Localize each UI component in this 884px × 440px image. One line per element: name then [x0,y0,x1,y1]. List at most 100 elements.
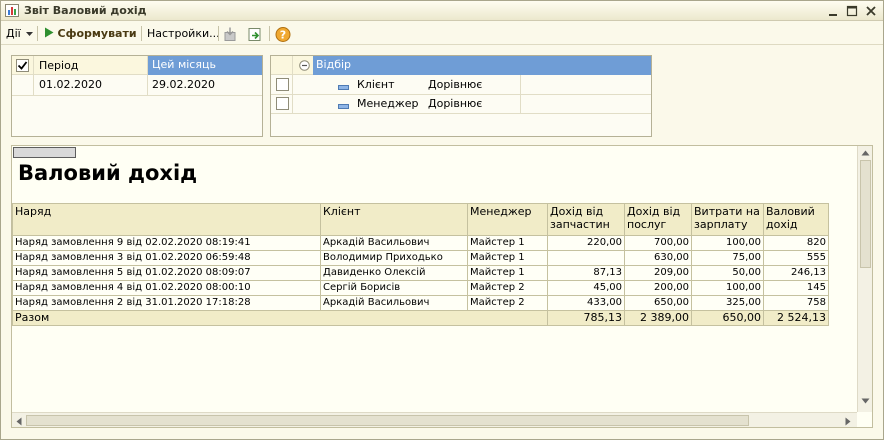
filter-client-condition[interactable]: Дорівнює [428,76,518,94]
report-window: Звіт Валовий дохід Дії Сформувати Настро… [0,0,884,440]
manager-cell[interactable]: Майстер 1 [467,265,548,281]
dropdown-arrow-icon [26,31,34,36]
column-header[interactable]: Клієнт [320,203,468,236]
collapse-icon[interactable] [299,60,310,71]
horizontal-scroll-thumb[interactable] [26,415,749,426]
generate-button[interactable]: Сформувати [44,25,137,42]
filter-panel: Відбір Клієнт Дорівнює Менеджер Дорівнює [270,55,652,137]
svg-text:?: ? [280,29,286,42]
totals-row[interactable]: Разом 785,13 2 389,00 650,00 2 524,13 [12,310,829,326]
table-row[interactable]: Наряд замовлення 2 від 31.01.2020 17:18:… [12,295,829,311]
order-cell[interactable]: Наряд замовлення 9 від 02.02.2020 08:19:… [12,235,321,251]
vertical-scrollbar[interactable] [857,146,872,412]
order-cell[interactable]: Наряд замовлення 4 від 01.02.2020 08:00:… [12,280,321,296]
table-row[interactable]: Наряд замовлення 3 від 01.02.2020 06:59:… [12,250,829,266]
gross-cell[interactable]: 820 [763,235,829,251]
client-cell[interactable]: Аркадій Васильович [320,235,468,251]
totals-gross[interactable]: 2 524,13 [763,310,829,326]
client-cell[interactable]: Сергій Борисів [320,280,468,296]
salary-cell[interactable]: 100,00 [691,280,764,296]
parts-cell[interactable]: 45,00 [547,280,625,296]
services-cell[interactable]: 700,00 [624,235,692,251]
table-row[interactable]: Наряд замовлення 5 від 01.02.2020 08:09:… [12,265,829,281]
grid-line [271,113,651,114]
gross-cell[interactable]: 145 [763,280,829,296]
vertical-scroll-thumb[interactable] [860,160,871,268]
totals-salary[interactable]: 650,00 [691,310,764,326]
gross-cell[interactable]: 246,13 [763,265,829,281]
scroll-right-icon[interactable] [845,417,851,426]
totals-parts[interactable]: 785,13 [547,310,625,326]
actions-menu-label: Дії [6,27,21,40]
salary-cell[interactable]: 325,00 [691,295,764,311]
parts-cell[interactable]: 433,00 [547,295,625,311]
column-header[interactable]: Витрати на зарплату [691,203,764,236]
client-cell[interactable]: Давиденко Олексій [320,265,468,281]
grid-line [520,75,521,114]
services-cell[interactable]: 200,00 [624,280,692,296]
table-row[interactable]: Наряд замовлення 9 від 02.02.2020 08:19:… [12,235,829,251]
manager-cell[interactable]: Майстер 2 [467,280,548,296]
totals-services[interactable]: 2 389,00 [624,310,692,326]
salary-cell[interactable]: 75,00 [691,250,764,266]
load-settings-icon[interactable] [223,26,239,43]
grid-line [12,95,262,96]
scroll-left-icon[interactable] [16,417,22,426]
actions-menu-button[interactable]: Дії [6,25,34,42]
gross-cell[interactable]: 758 [763,295,829,311]
column-header[interactable]: Менеджер [467,203,548,236]
table-header-row: Наряд Клієнт Менеджер Дохід від запчасти… [12,203,829,236]
toolbar-separator [141,26,142,41]
services-cell[interactable]: 209,00 [624,265,692,281]
manager-cell[interactable]: Майстер 1 [467,250,548,266]
save-settings-icon[interactable] [247,26,263,43]
filter-manager-field: Менеджер [357,97,419,110]
order-cell[interactable]: Наряд замовлення 5 від 01.02.2020 08:09:… [12,265,321,281]
report-spreadsheet[interactable]: Валовий дохід Наряд Клієнт Менеджер Дохі… [11,145,873,428]
salary-cell[interactable]: 100,00 [691,235,764,251]
close-icon[interactable] [864,4,878,18]
period-checkbox[interactable] [16,59,29,72]
column-header[interactable]: Наряд [12,203,321,236]
order-cell[interactable]: Наряд замовлення 2 від 31.01.2020 17:18:… [12,295,321,311]
parts-cell[interactable] [547,250,625,266]
client-cell[interactable]: Володимир Приходько [320,250,468,266]
period-start-field[interactable]: 01.02.2020 [39,76,144,94]
client-cell[interactable]: Аркадій Васильович [320,295,468,311]
toolbar-separator [269,26,270,41]
scroll-up-icon[interactable] [861,150,870,156]
maximize-icon[interactable] [845,4,859,18]
parts-cell[interactable]: 87,13 [547,265,625,281]
help-icon[interactable]: ? [275,26,291,43]
salary-cell[interactable]: 50,00 [691,265,764,281]
table-row[interactable]: Наряд замовлення 4 від 01.02.2020 08:00:… [12,280,829,296]
period-preset-field[interactable]: Цей місяць [148,56,262,75]
minimize-icon[interactable] [826,4,840,18]
column-header[interactable]: Дохід від запчастин [547,203,625,236]
toolbar-separator [37,26,38,41]
column-header[interactable]: Валовий дохід [763,203,829,236]
services-cell[interactable]: 630,00 [624,250,692,266]
report-title: Валовий дохід [18,161,198,185]
grid-line [292,56,293,114]
filter-manager-condition[interactable]: Дорівнює [428,95,518,113]
manager-cell[interactable]: Майстер 2 [467,295,548,311]
report-marker [13,147,76,158]
filter-client-checkbox[interactable] [276,78,289,91]
play-icon [45,27,54,38]
services-cell[interactable]: 650,00 [624,295,692,311]
filter-title[interactable]: Відбір [313,56,651,75]
parts-cell[interactable]: 220,00 [547,235,625,251]
gross-cell[interactable]: 555 [763,250,829,266]
order-cell[interactable]: Наряд замовлення 3 від 01.02.2020 06:59:… [12,250,321,266]
field-item-icon [338,104,349,109]
toolbar-separator [218,26,219,41]
scroll-down-icon[interactable] [861,398,870,404]
period-end-field[interactable]: 29.02.2020 [152,76,257,94]
filter-manager-checkbox[interactable] [276,97,289,110]
totals-label[interactable]: Разом [12,310,548,326]
settings-button[interactable]: Настройки... [147,25,220,42]
manager-cell[interactable]: Майстер 1 [467,235,548,251]
column-header[interactable]: Дохід від послуг [624,203,692,236]
horizontal-scrollbar[interactable] [12,412,857,427]
